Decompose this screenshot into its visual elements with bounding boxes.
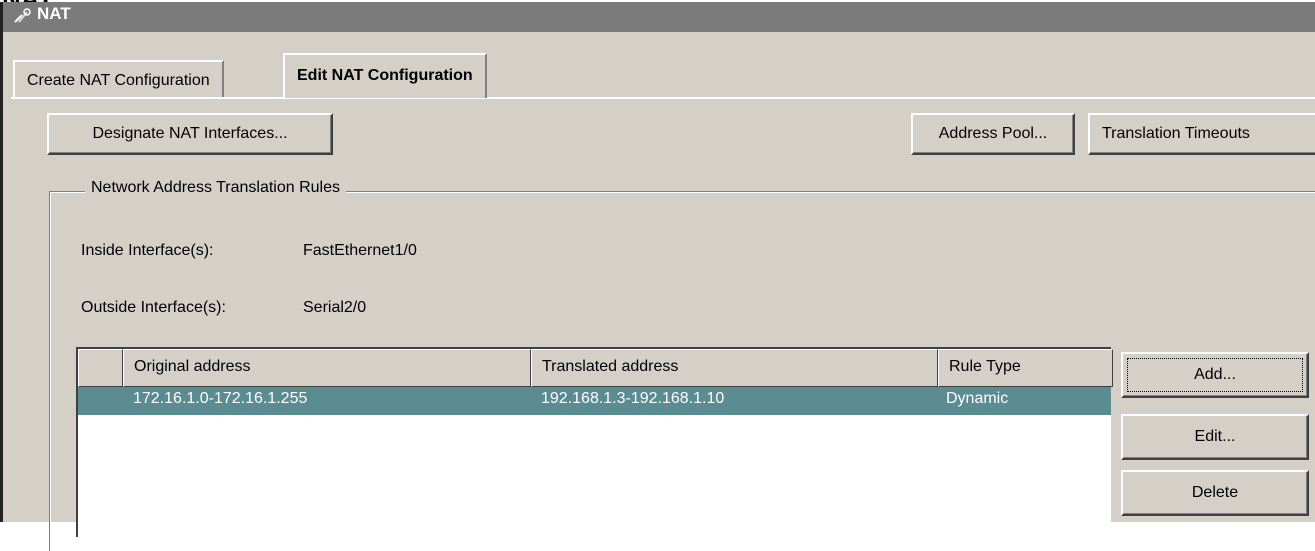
edit-rule-button[interactable]: Edit... [1121,414,1309,460]
window-titlebar: NAT [3,2,1315,32]
delete-rule-button[interactable]: Delete [1121,470,1309,516]
column-header-rule-type[interactable]: Rule Type [938,349,1113,387]
inside-interface-value: FastEthernet1/0 [303,242,417,259]
inside-interface-label: Inside Interface(s): [81,242,214,259]
focus-rectangle [1127,358,1303,392]
outside-interface-label: Outside Interface(s): [81,299,226,316]
tab-create-nat-configuration[interactable]: Create NAT Configuration [13,60,224,97]
original-address-cell: 172.16.1.0-172.16.1.255 [133,390,308,407]
tab-panel-border [11,97,1315,99]
wrench-icon [13,8,31,24]
rule-type-cell: Dynamic [946,390,1009,407]
table-row[interactable]: 172.16.1.0-172.16.1.255 192.168.1.3-192.… [78,387,1111,415]
table-header-row-marker [78,349,123,387]
nat-rules-table: Original address Translated address Rule… [76,347,1113,537]
designate-nat-interfaces-button[interactable]: Designate NAT Interfaces... [47,113,333,155]
nat-rules-group-title: Network Address Translation Rules [85,179,346,197]
outside-interface-value: Serial2/0 [303,299,367,316]
nat-window: NAT Create NAT Configuration Edit NAT Co… [0,2,1315,551]
column-header-translated-address[interactable]: Translated address [531,349,938,387]
add-rule-button[interactable]: Add... [1121,352,1309,398]
translation-timeouts-button[interactable]: Translation Timeouts [1088,113,1315,155]
address-pool-button[interactable]: Address Pool... [911,113,1075,155]
tab-edit-nat-configuration[interactable]: Edit NAT Configuration [283,53,487,98]
window-title: NAT [37,4,71,23]
translated-address-cell: 192.168.1.3-192.168.1.10 [541,390,725,407]
column-header-original-address[interactable]: Original address [123,349,531,387]
